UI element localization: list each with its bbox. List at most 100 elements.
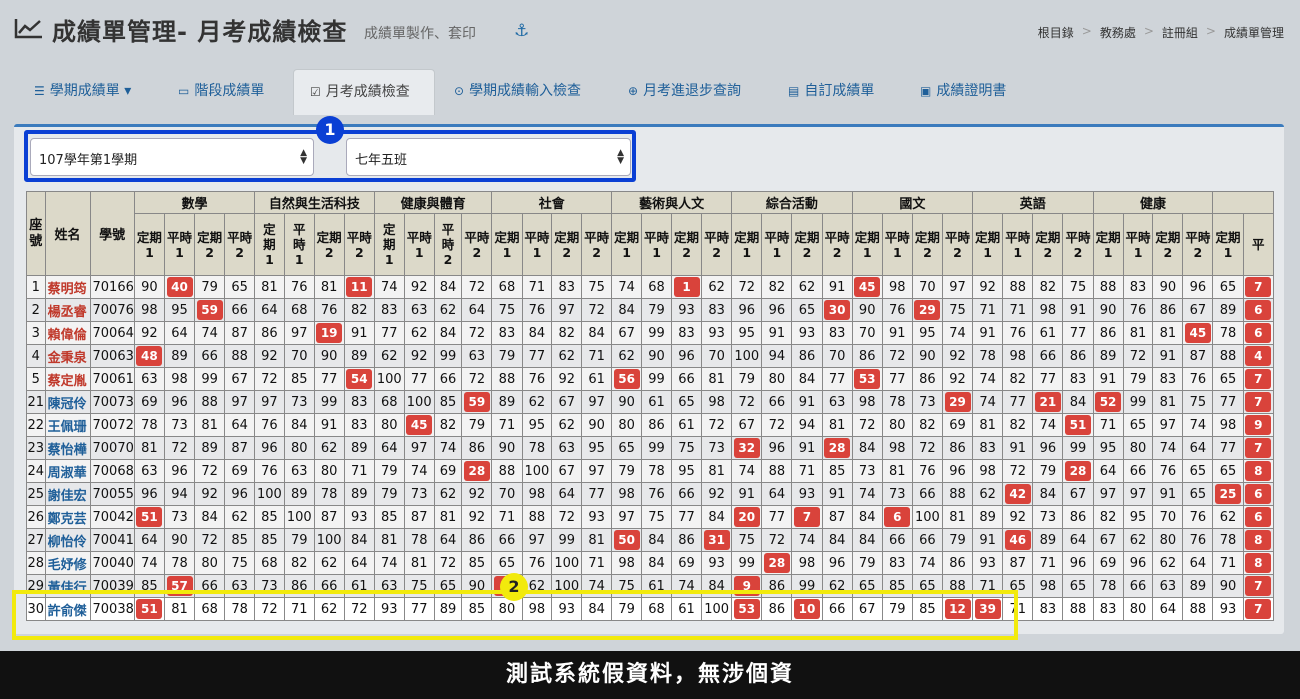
student-name[interactable]: 蔡怡樺 bbox=[44, 436, 91, 460]
breadcrumb-registry[interactable]: 註冊組 bbox=[1162, 24, 1198, 41]
table-row[interactable]: 25 謝佳宏 70055 96 94 92 96 100 89 78 89 79 73 62 92 70 98 6… bbox=[26, 482, 1274, 506]
table-row[interactable]: 1 蔡明筠 70166 90 40 79 65 81 76 81 11 74 92 84 72 68 71 83 7… bbox=[26, 275, 1274, 299]
tab-semester-input-check[interactable]: ⊙ 學期成績輸入檢查 bbox=[454, 69, 581, 115]
student-name[interactable]: 賴偉倫 bbox=[44, 321, 91, 345]
score-cell: 94 bbox=[163, 482, 196, 506]
score-cell: 88 bbox=[521, 505, 553, 529]
class-select[interactable]: 七年五班 ▲ ▼ bbox=[346, 138, 631, 176]
score-cell: 62 bbox=[313, 436, 345, 460]
table-row[interactable]: 26 鄭克芸 70042 51 73 84 62 85 100 87 93 85 87 81 92 71 88 7… bbox=[26, 505, 1274, 529]
score-cell: 82 bbox=[761, 275, 793, 299]
score-cell: 83 bbox=[551, 275, 583, 299]
score-cell: 86 bbox=[461, 528, 493, 552]
tab-certificate[interactable]: ▣ 成績證明書 bbox=[920, 69, 1006, 115]
anchor-icon[interactable]: ⚓ bbox=[514, 21, 529, 41]
score-cell: 88 bbox=[194, 390, 226, 414]
breadcrumb-academic[interactable]: 教務處 bbox=[1100, 24, 1136, 41]
score-cell: 93 bbox=[581, 505, 613, 529]
table-row[interactable]: 5 蔡定胤 70061 63 98 99 67 72 85 77 54 100 77 66 72 88 76 92… bbox=[26, 367, 1274, 391]
score-cell: 71 bbox=[581, 551, 613, 575]
failing-score-badge: 7 bbox=[1245, 599, 1272, 619]
score-cell: 77 bbox=[881, 367, 913, 391]
student-id: 70061 bbox=[89, 367, 135, 391]
score-cell: 4 bbox=[1242, 344, 1274, 368]
score-cell: 76 bbox=[911, 459, 943, 483]
score-cell: 67 bbox=[731, 413, 763, 437]
score-cell: 72 bbox=[461, 367, 493, 391]
table-row[interactable]: 21 陳冠伶 70073 69 96 88 97 97 73 99 83 68 100 85 59 89 62 6… bbox=[26, 390, 1274, 414]
tab-custom-report[interactable]: ▤ 自訂成績單 bbox=[788, 69, 874, 115]
table-row[interactable]: 3 賴偉倫 70064 92 64 74 87 86 97 19 91 77 62 84 72 83 84 82 8… bbox=[26, 321, 1274, 345]
score-cell: 89 bbox=[1212, 298, 1244, 322]
tab-monthly-check[interactable]: ☑ 月考成績檢查 bbox=[293, 69, 435, 115]
score-cell: 84 bbox=[194, 505, 226, 529]
student-name[interactable]: 蔡定胤 bbox=[44, 367, 91, 391]
score-cell: 61 bbox=[641, 390, 672, 414]
score-cell: 78 bbox=[1212, 528, 1244, 552]
student-name[interactable]: 陳冠伶 bbox=[44, 390, 91, 414]
score-cell: 66 bbox=[491, 528, 523, 552]
score-cell: 99 bbox=[551, 528, 583, 552]
score-cell: 69 bbox=[670, 551, 703, 575]
score-cell: 65 bbox=[1212, 275, 1244, 299]
score-cell: 1 bbox=[670, 275, 703, 299]
line-chart-icon bbox=[14, 19, 42, 39]
check-circle-icon: ⊙ bbox=[454, 84, 465, 98]
score-cell: 74 bbox=[373, 551, 405, 575]
score-cell: 46 bbox=[1002, 528, 1034, 552]
table-row[interactable]: 23 蔡怡樺 70070 81 72 89 87 96 80 62 89 64 97 74 86 90 78 63… bbox=[26, 436, 1274, 460]
score-cell: 28 bbox=[761, 551, 793, 575]
breadcrumb-root[interactable]: 根目錄 bbox=[1038, 24, 1074, 41]
score-cell: 79 bbox=[373, 459, 405, 483]
score-cell: 89 bbox=[343, 344, 375, 368]
score-cell: 93 bbox=[791, 482, 823, 506]
score-cell: 81 bbox=[194, 413, 226, 437]
table-row[interactable]: 22 王佩珊 70072 78 73 81 64 76 84 91 83 80 45 82 79 71 95 62… bbox=[26, 413, 1274, 437]
score-cell: 54 bbox=[343, 367, 375, 391]
failing-score-badge: 11 bbox=[346, 277, 373, 297]
score-cell: 100 bbox=[521, 459, 553, 483]
score-cell: 88 bbox=[491, 367, 523, 391]
student-name[interactable]: 謝佳宏 bbox=[44, 482, 91, 506]
student-name[interactable]: 王佩珊 bbox=[44, 413, 91, 437]
tab-semester-report[interactable]: ☰ 學期成績單 ▾ bbox=[34, 69, 131, 115]
score-cell: 7 bbox=[1242, 574, 1274, 598]
student-name[interactable]: 鄭克芸 bbox=[44, 505, 91, 529]
score-cell: 63 bbox=[133, 459, 165, 483]
table-row[interactable]: 27 柳怡伶 70041 64 90 72 85 85 79 100 84 81 78 64 86 66 97 9… bbox=[26, 528, 1274, 552]
score-cell: 8 bbox=[1242, 551, 1274, 575]
student-name[interactable]: 毛妤修 bbox=[44, 551, 91, 575]
score-cell: 73 bbox=[911, 390, 943, 414]
student-name[interactable]: 蔡明筠 bbox=[44, 275, 91, 299]
score-cell: 81 bbox=[254, 275, 285, 299]
score-cell: 86 bbox=[254, 321, 285, 345]
student-name[interactable]: 金秉泉 bbox=[44, 344, 91, 368]
select-arrows-icon: ▲ ▼ bbox=[300, 148, 307, 166]
failing-score-badge: 6 bbox=[1245, 300, 1272, 320]
score-cell: 89 bbox=[972, 505, 1004, 529]
student-name[interactable]: 周淑華 bbox=[44, 459, 91, 483]
table-row[interactable]: 28 毛妤修 70040 74 78 80 75 68 82 62 64 74 81 72 85 65 76 10… bbox=[26, 551, 1274, 575]
table-row[interactable]: 2 楊丞睿 70076 98 95 59 66 64 68 76 82 83 63 62 64 75 76 97 7… bbox=[26, 298, 1274, 322]
student-name[interactable]: 楊丞睿 bbox=[44, 298, 91, 322]
tab-progress-query[interactable]: ⊕ 月考進退步查詢 bbox=[628, 69, 741, 115]
score-cell: 70 bbox=[821, 344, 853, 368]
failing-score-badge: 21 bbox=[1034, 392, 1061, 412]
table-row[interactable]: 4 金秉泉 70063 48 89 66 88 92 70 90 89 62 92 99 63 79 77 62 7… bbox=[26, 344, 1274, 368]
term-select[interactable]: 107學年第1學期 ▲ ▼ bbox=[30, 138, 314, 176]
student-name[interactable]: 柳怡伶 bbox=[44, 528, 91, 552]
score-table-container[interactable]: 座號 姓名 學號 數學 自然與生活科技 健康與體育 社會 藝術與人文 綜合活動 國文 英語 健康 定期 1… bbox=[26, 191, 1274, 623]
score-cell: 90 bbox=[581, 413, 613, 437]
term-header: 定期 2 bbox=[1032, 213, 1064, 276]
score-cell: 98 bbox=[611, 482, 643, 506]
score-cell: 86 bbox=[911, 367, 943, 391]
tab-stage-report[interactable]: ▭ 階段成績單 bbox=[178, 69, 264, 115]
term-header: 平時2 bbox=[461, 213, 493, 276]
score-cell: 68 bbox=[491, 275, 523, 299]
score-cell: 87 bbox=[224, 321, 256, 345]
score-cell: 69 bbox=[224, 459, 256, 483]
table-row[interactable]: 24 周淑華 70068 63 96 72 69 76 63 80 71 79 74 69 28 88 100 6… bbox=[26, 459, 1274, 483]
score-cell: 81 bbox=[403, 551, 435, 575]
term-header: 平時2 bbox=[1182, 213, 1214, 276]
breadcrumb-current: 成績單管理 bbox=[1223, 26, 1284, 40]
